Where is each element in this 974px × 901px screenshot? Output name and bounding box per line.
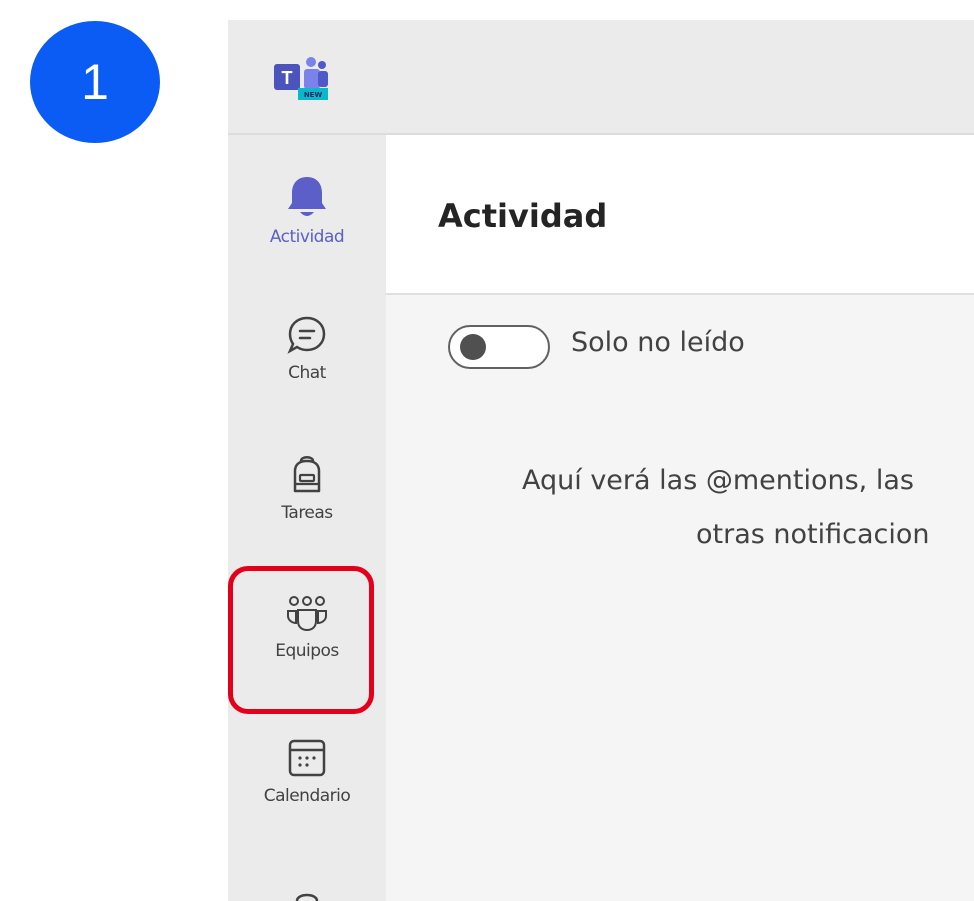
teams-logo-icon[interactable]: T NEW <box>270 56 330 102</box>
rail-item-label: Actividad <box>269 227 345 247</box>
rail-item-label: Tareas <box>281 503 333 523</box>
step-number-badge: 1 <box>30 21 160 143</box>
more-icon-partial[interactable] <box>293 890 321 901</box>
rail-item-tasks[interactable]: Tareas <box>228 453 386 523</box>
rail-item-label: Chat <box>288 363 326 383</box>
empty-state-text: otras notificacion <box>696 519 930 550</box>
teams-window: T NEW Actividad Chat Tareas Equipos Cale… <box>228 20 974 901</box>
svg-text:T: T <box>282 68 293 88</box>
toggle-knob <box>460 334 486 360</box>
highlight-annotation <box>228 566 374 714</box>
activity-pane: Actividad Solo no leído Aquí verá las @m… <box>386 135 974 901</box>
chat-icon <box>287 316 326 354</box>
rail-item-calendar[interactable]: Calendario <box>228 738 386 806</box>
app-bar: Actividad Chat Tareas Equipos Calendario <box>228 135 386 901</box>
calendar-icon <box>288 739 326 777</box>
activity-header: Actividad <box>386 135 974 295</box>
unread-only-toggle[interactable] <box>448 325 550 369</box>
title-bar: T NEW <box>228 20 974 135</box>
rail-item-activity[interactable]: Actividad <box>228 175 386 247</box>
svg-text:NEW: NEW <box>304 91 323 99</box>
rail-item-label: Calendario <box>263 786 351 806</box>
rail-item-chat[interactable]: Chat <box>228 315 386 383</box>
page-title: Actividad <box>438 197 608 235</box>
toggle-label: Solo no leído <box>571 327 745 358</box>
backpack-icon <box>293 456 321 493</box>
empty-state-text: Aquí verá las @mentions, las <box>522 465 914 496</box>
bell-icon <box>288 177 326 216</box>
